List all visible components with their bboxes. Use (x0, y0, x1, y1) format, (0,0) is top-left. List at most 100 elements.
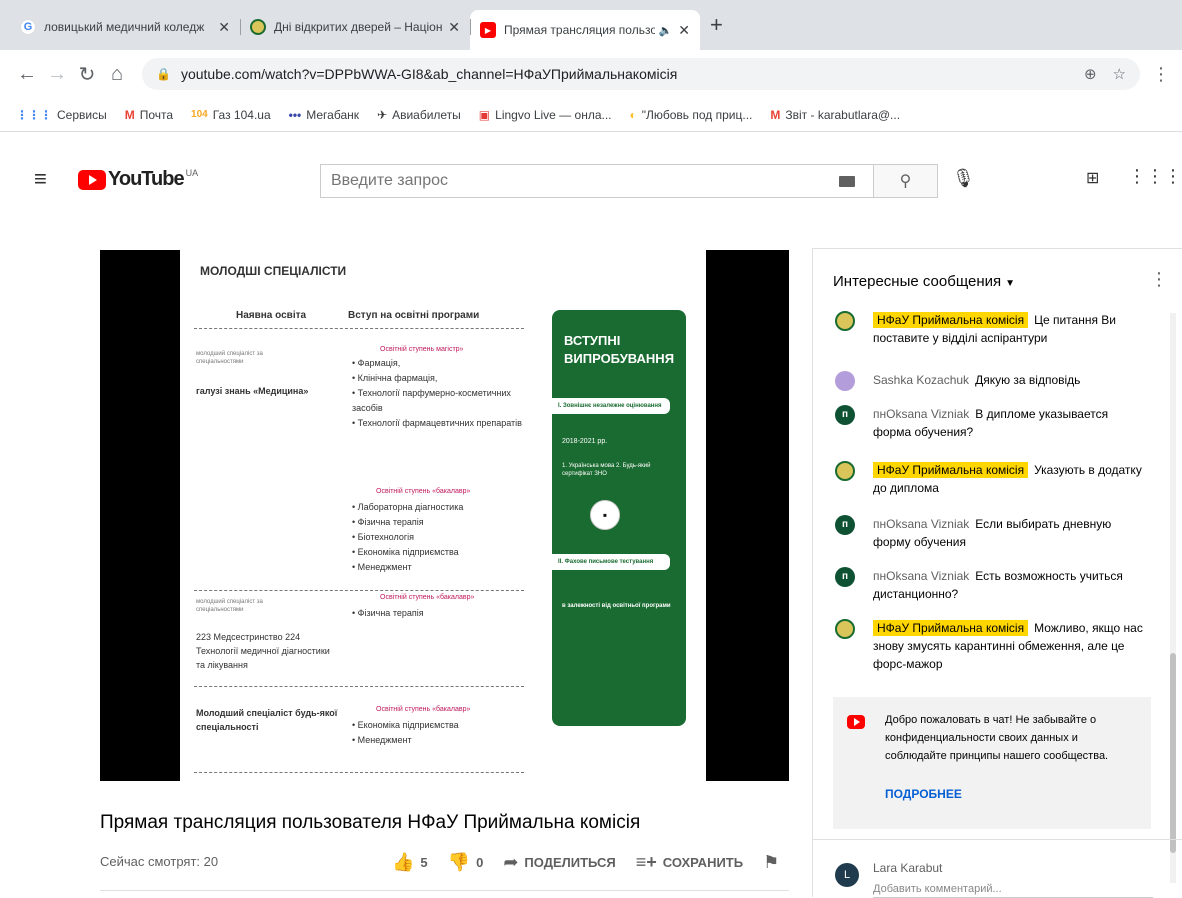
plane-icon: ✈ (377, 107, 388, 122)
university-crest-icon (250, 19, 266, 35)
install-app-icon[interactable]: ⊕ (1084, 65, 1097, 83)
bookmark-report[interactable]: M Звіт - karabutlara@... (770, 108, 900, 122)
bookmark-megabank[interactable]: ••• Мегабанк (289, 108, 359, 122)
keyboard-icon[interactable] (839, 175, 855, 187)
close-icon[interactable]: ✕ (448, 19, 460, 36)
close-icon[interactable]: ✕ (218, 19, 230, 36)
browser-tab-3-active[interactable]: ▶ Прямая трансляция пользо 🔈 ✕ (470, 10, 700, 50)
divider (194, 328, 524, 329)
divider (194, 590, 524, 591)
search-button[interactable]: ⚲ (874, 164, 938, 198)
forward-icon[interactable]: → (42, 63, 72, 86)
browser-menu-icon[interactable]: ⋮ (1152, 64, 1170, 85)
avatar[interactable] (835, 311, 855, 331)
chat-author[interactable]: НФаУ Приймальна комісія (873, 462, 1029, 478)
flag-icon: ⚑ (763, 852, 780, 872)
search-input[interactable] (331, 172, 839, 190)
browser-tab-1[interactable]: G ловицький медичний коледж ✕ (10, 10, 240, 44)
slide-bachelor-label: Освітній ступень «бакалавр» (376, 488, 471, 495)
google-icon: G (20, 19, 36, 35)
avatar[interactable] (835, 619, 855, 639)
presentation-slide: МОЛОДШІ СПЕЦІАЛІСТИ Наявна освіта Вступ … (180, 250, 706, 781)
address-bar[interactable]: 🔒 youtube.com/watch?v=DPPbWWA-GI8&ab_cha… (142, 58, 1140, 90)
chat-more-icon[interactable]: ⋮ (1150, 269, 1168, 290)
search-box[interactable] (320, 164, 874, 198)
like-button[interactable]: 👍 5 (392, 852, 428, 873)
slide-row3-text: Молодший спеціаліст будь-якої спеціально… (196, 708, 338, 732)
microphone-icon[interactable]: 🎙 (952, 168, 975, 189)
avatar[interactable]: п (835, 567, 855, 587)
reload-icon[interactable]: ↻ (72, 62, 102, 87)
chat-message: п пнOksana Vizniak Если выбирать дневную … (835, 515, 1145, 551)
chat-author[interactable]: НФаУ Приймальна комісія (873, 620, 1029, 636)
lock-icon[interactable]: 🔒 (156, 67, 171, 81)
audio-icon[interactable]: 🔈 (659, 24, 673, 37)
learn-more-link[interactable]: ПОДРОБНЕЕ (885, 787, 962, 801)
home-icon[interactable]: ⌂ (102, 63, 132, 86)
chat-author[interactable]: Sashka Kozachuk (873, 373, 969, 387)
apps-grid-icon[interactable]: ⋮⋮⋮ (1128, 166, 1182, 187)
welcome-text: Добро пожаловать в чат! Не забывайте о к… (885, 714, 1109, 762)
slide-master-list: Фармація, Клінічна фармація, Технології … (352, 356, 522, 431)
youtube-logo[interactable]: YouTube UA (78, 168, 198, 191)
chat-author[interactable]: пнOksana Vizniak (873, 517, 969, 531)
card-box-test: ІІ. Фахове письмове тестування (552, 554, 670, 570)
dislike-button[interactable]: 👎 0 (448, 852, 484, 873)
chat-message: п пнOksana Vizniak В дипломе указывается … (835, 405, 1145, 441)
close-icon[interactable]: ✕ (678, 22, 690, 39)
slide-master-label: Освітній ступень магістр» (380, 346, 464, 353)
card-box-zno: І. Зовнішнє незалежне оцінювання (552, 398, 670, 414)
bookmark-gas[interactable]: 104 Газ 104.ua (191, 108, 271, 122)
gmail-icon: M (770, 107, 781, 122)
chat-mode-dropdown[interactable]: Интересные сообщения ▼ (833, 273, 1015, 290)
save-button[interactable]: ≡+ СОХРАНИТЬ (636, 852, 743, 873)
video-actions: 👍 5 👎 0 ➦ ПОДЕЛИТЬСЯ ≡+ СОХРАНИТЬ ⚑ (392, 852, 799, 873)
scrollbar-thumb[interactable] (1170, 653, 1176, 853)
avatar[interactable] (835, 461, 855, 481)
playlist-add-icon: ≡+ (635, 852, 657, 872)
new-tab-button[interactable]: + (710, 12, 723, 38)
back-icon[interactable]: ← (12, 63, 42, 86)
chat-message: НФаУ Приймальна комісія Можливо, якщо нас… (835, 619, 1145, 673)
chat-author[interactable]: НФаУ Приймальна комісія (873, 312, 1029, 328)
chat-message: НФаУ Приймальна комісія Це питання Ви пос… (835, 311, 1145, 347)
chat-author[interactable]: пнOksana Vizniak (873, 407, 969, 421)
report-button[interactable]: ⚑ (763, 852, 779, 873)
video-player[interactable]: МОЛОДШІ СПЕЦІАЛІСТИ Наявна освіта Вступ … (100, 250, 789, 781)
slide-row1-field: галузі знань «Медицина» (196, 386, 309, 396)
browser-tab-2[interactable]: Дні відкритих дверей – Націона ✕ (240, 10, 470, 44)
bookmark-flights[interactable]: ✈ Авиабилеты (377, 108, 461, 122)
slide-col2-header: Вступ на освітні програми (348, 310, 480, 321)
bookmarks-bar: ⋮⋮⋮ Сервисы M Почта 104 Газ 104.ua ••• Мегаб… (0, 98, 1182, 132)
chat-author[interactable]: пнOksana Vizniak (873, 569, 969, 583)
slide-heading: МОЛОДШІ СПЕЦІАЛІСТИ (200, 264, 347, 278)
pip-icon[interactable]: ▪ (590, 500, 620, 530)
megabank-icon: ••• (288, 107, 302, 122)
user-name: Lara Karabut (873, 861, 943, 875)
chat-welcome-banner: Добро пожаловать в чат! Не забывайте о к… (833, 697, 1151, 829)
youtube-icon: ▶ (480, 22, 496, 38)
tab-title: ловицький медичний коледж (44, 20, 205, 34)
create-video-icon[interactable]: ⊞ (1086, 168, 1099, 188)
bookmark-services[interactable]: ⋮⋮⋮ Сервисы (16, 108, 107, 122)
share-icon: ➦ (503, 852, 519, 872)
menu-hamburger-icon[interactable]: ≡ (34, 166, 47, 192)
user-avatar[interactable]: L (835, 863, 859, 887)
divider (813, 839, 1182, 840)
bookmark-lingvo[interactable]: ▣ Lingvo Live — онла... (479, 108, 612, 122)
avatar[interactable]: п (835, 405, 855, 425)
share-button[interactable]: ➦ ПОДЕЛИТЬСЯ (503, 852, 615, 873)
live-chat: Интересные сообщения ▼ ⋮ НФаУ Приймальна … (812, 248, 1182, 898)
chat-scrollbar[interactable] (1170, 313, 1176, 883)
avatar[interactable] (835, 371, 855, 391)
url-text[interactable]: youtube.com/watch?v=DPPbWWA-GI8&ab_chann… (181, 66, 677, 82)
slide-row2-specialties: 223 Медсестринство 224 Технології медичн… (196, 632, 330, 670)
apps-grid-icon: ⋮⋮⋮ (16, 107, 52, 122)
chat-input[interactable]: Добавить комментарий... (873, 883, 1153, 898)
bookmark-mail[interactable]: M Почта (125, 108, 173, 122)
bookmark-star-icon[interactable]: ☆ (1113, 65, 1126, 83)
bookmark-page-icon: ◐ (629, 107, 637, 122)
avatar[interactable]: п (835, 515, 855, 535)
bookmark-love[interactable]: ◐ "Любовь под приц... (630, 108, 753, 122)
card-title: ВСТУПНІ ВИПРОБУВАННЯ (564, 333, 675, 366)
